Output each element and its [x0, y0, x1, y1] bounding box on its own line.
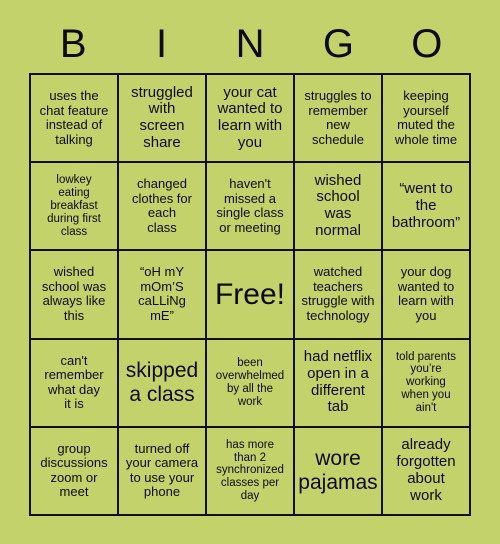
bingo-cell[interactable]: “went to the bathroom” [383, 163, 471, 252]
bingo-cell[interactable]: group discussions zoom or meet [31, 427, 119, 516]
bingo-cell[interactable]: wore pajamas [295, 427, 383, 516]
bingo-header-letter-o: O [411, 22, 443, 66]
bingo-cell-label: watched teachers struggle with technolog… [301, 264, 375, 324]
bingo-cell[interactable]: has more than 2 synchronized classes per… [207, 427, 295, 516]
bingo-grid: uses the chat feature instead of talking… [29, 73, 471, 516]
bingo-cell[interactable]: “oH mY mOm’S caLLiNg mE” [119, 251, 207, 340]
bingo-cell[interactable]: haven't missed a single class or meeting [207, 163, 295, 252]
bingo-cell[interactable]: struggles to remember new schedule [295, 75, 383, 164]
bingo-cell-label: lowkey eating breakfast during first cla… [47, 174, 101, 238]
bingo-cell[interactable]: had netflix open in a different tab [295, 339, 383, 428]
bingo-header-letter-n: N [235, 22, 265, 66]
bingo-cell[interactable]: can't remember what day it is [31, 339, 119, 428]
bingo-cell[interactable]: already forgotten about work [383, 427, 471, 516]
bingo-header-letter-b: B [59, 22, 87, 66]
bingo-cell-label: your dog wanted to learn with you [397, 264, 455, 324]
bingo-header: BINGO [29, 16, 471, 72]
bingo-cell-label: has more than 2 synchronized classes per… [216, 438, 284, 503]
bingo-cell-label: struggled with screen share [131, 83, 193, 151]
bingo-cell-label: group discussions zoom or meet [40, 440, 108, 500]
bingo-cell[interactable]: watched teachers struggle with technolog… [295, 251, 383, 340]
bingo-cell[interactable]: wished school was normal [295, 163, 383, 252]
bingo-cell[interactable]: your dog wanted to learn with you [383, 251, 471, 340]
bingo-cell-label: wished school was normal [314, 171, 362, 240]
bingo-cell[interactable]: wished school was always like this [31, 251, 119, 340]
bingo-cell-label: haven't missed a single class or meeting [216, 176, 284, 235]
bingo-cell-label: keeping yourself muted the whole time [394, 88, 458, 147]
bingo-cell[interactable]: uses the chat feature instead of talking [31, 75, 119, 164]
bingo-cell-label: can't remember what day it is [44, 352, 104, 412]
bingo-cell[interactable]: told parents you’re working when you ain… [383, 339, 471, 428]
bingo-cell-label: wore pajamas [298, 447, 378, 494]
bingo-cell-label: wished school was always like this [41, 264, 107, 324]
bingo-cell[interactable]: keeping yourself muted the whole time [383, 75, 471, 164]
bingo-card: B I N G O uses the chat feature instead of t… [0, 0, 500, 544]
bingo-cell-free[interactable]: Free! [207, 251, 295, 340]
bingo-cell[interactable]: your cat wanted to learn with you [207, 75, 295, 164]
bingo-cell-label: your cat wanted to learn with you [217, 83, 283, 151]
bingo-cell[interactable]: skipped a class [119, 339, 207, 428]
bingo-cell-label: told parents you’re working when you ain… [395, 350, 457, 415]
bingo-cell-label: already forgotten about work [396, 436, 456, 504]
bingo-cell[interactable]: struggled with screen share [119, 75, 207, 164]
bingo-cell[interactable]: lowkey eating breakfast during first cla… [31, 163, 119, 252]
bingo-header-letter-i: I [156, 22, 168, 66]
bingo-cell-label: uses the chat feature instead of talking [39, 88, 109, 147]
bingo-cell-label: been overwhelmed by all the work [215, 356, 285, 408]
bingo-cell-label: “went to the bathroom” [391, 180, 461, 231]
bingo-cell-label: Free! [214, 277, 286, 311]
bingo-cell-label: skipped a class [125, 359, 199, 406]
bingo-cell[interactable]: turned off your camera to use your phone [119, 427, 207, 516]
bingo-cell-label: changed clothes for each class [132, 176, 192, 235]
bingo-cell-label: struggles to remember new schedule [304, 88, 372, 147]
bingo-header-letter-g: G [322, 22, 354, 66]
bingo-cell-label: “oH mY mOm’S caLLiNg mE” [138, 264, 186, 324]
bingo-cell-label: turned off your camera to use your phone [125, 440, 199, 500]
bingo-cell-label: had netflix open in a different tab [303, 348, 373, 416]
bingo-cell[interactable]: been overwhelmed by all the work [207, 339, 295, 428]
bingo-cell[interactable]: changed clothes for each class [119, 163, 207, 252]
